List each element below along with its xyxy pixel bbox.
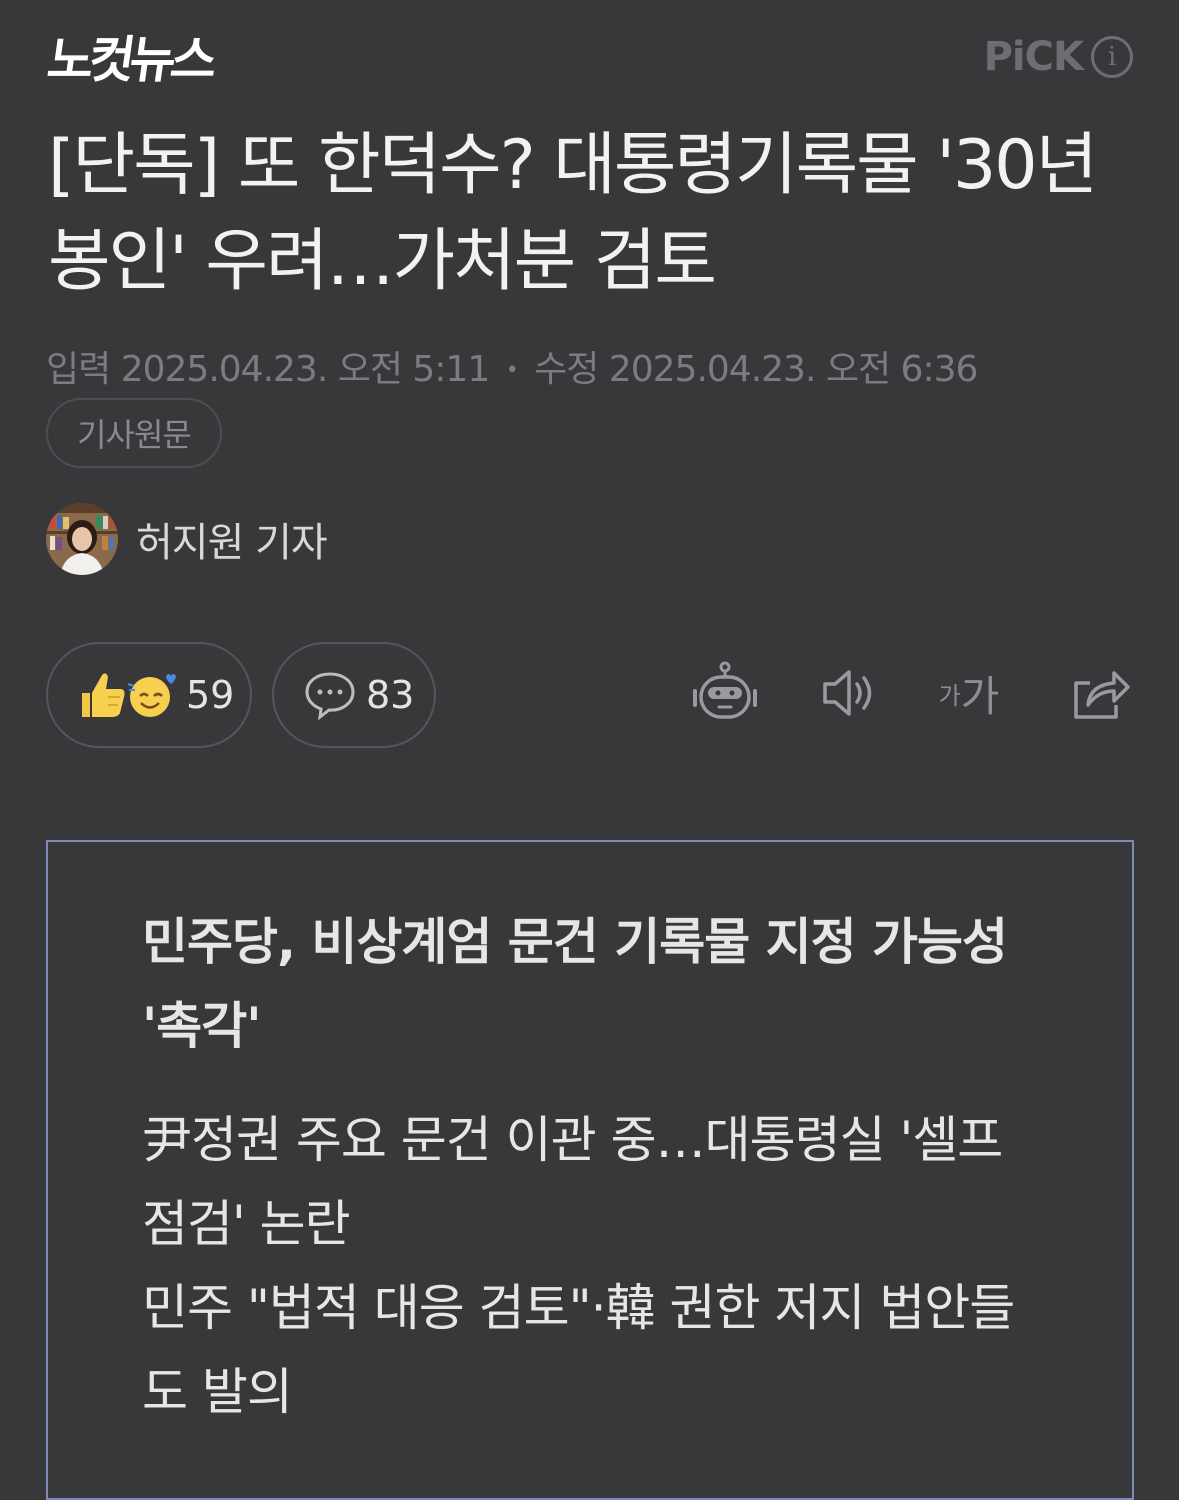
reaction-button[interactable]: 59 [46,642,252,748]
comment-button[interactable]: 83 [272,642,436,748]
thumbs-up-icon [82,673,125,717]
top-bar: 노컷뉴스 PiCK i [0,0,1179,110]
summary-line: 민주 "법적 대응 검토"·韓 권한 저지 법안들 [142,1279,1015,1337]
avatar[interactable] [46,503,118,575]
speech-bubble-icon [305,672,355,720]
comment-count: 83 [366,673,415,717]
article-headline: [단독] 또 한덕수? 대통령기록물 '30년 봉인' 우려…가처분 검토 [48,126,1098,301]
summary-line: 도 발의 [142,1363,293,1421]
share-icon[interactable] [1064,658,1134,728]
summary-bot-icon[interactable] [690,658,760,728]
nocut-news-logo[interactable]: 노컷뉴스 [44,30,216,90]
date-separator: • [505,358,519,383]
article-dates: 입력 2025.04.23. 오전 5:11 • 수정 2025.04.23. … [46,346,979,395]
reaction-count: 59 [186,673,235,717]
input-label: 입력 [46,349,111,390]
speaker-icon[interactable] [814,658,884,728]
summary-line: 尹정권 주요 문건 이관 중…대통령실 '셀프 [142,1111,1003,1169]
article-summary-box: 민주당, 비상계엄 문건 기록물 지정 가능성 '촉각' 尹정권 주요 문건 이… [46,840,1134,1500]
smiling-face-icon [127,674,176,717]
font-size-icon[interactable]: 가가 [934,658,1004,728]
pick-label: PiCK [983,34,1084,80]
info-icon[interactable]: i [1091,36,1133,78]
summary-title: 민주당, 비상계엄 문건 기록물 지정 가능성 '촉각' [142,913,1008,1055]
summary-line: 점검' 논란 [142,1195,351,1253]
font-size-big-label: 가 [960,671,1000,721]
modified-label: 수정 [534,349,599,390]
pick-badge[interactable]: PiCK i [984,34,1133,80]
author-name[interactable]: 허지원 기자 [136,510,328,568]
modified-datetime: 2025.04.23. 오전 6:36 [608,349,979,390]
input-datetime: 2025.04.23. 오전 5:11 [120,349,491,390]
font-size-small-label: 가 [938,681,961,710]
author-info[interactable]: 허지원 기자 [46,503,328,575]
original-article-button[interactable]: 기사원문 [46,398,222,468]
